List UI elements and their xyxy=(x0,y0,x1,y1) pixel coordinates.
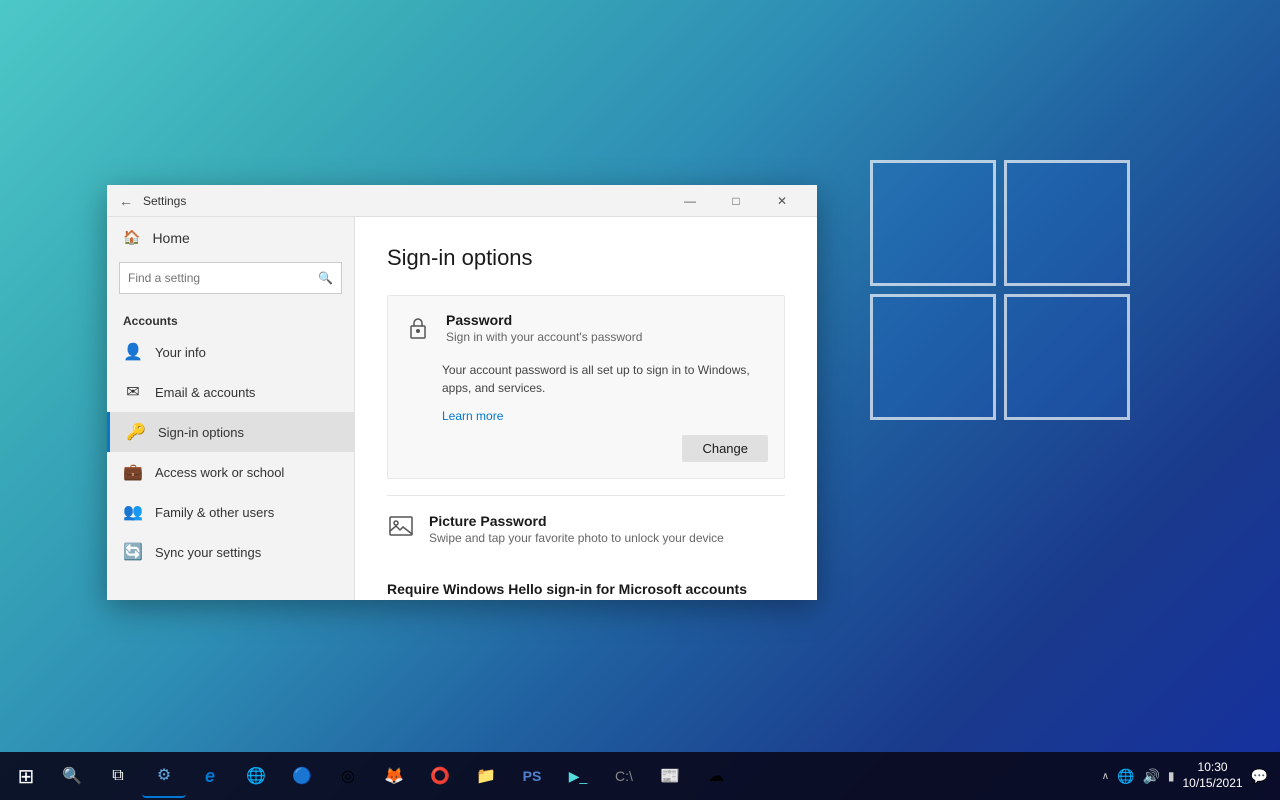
onedrive-taskbar-icon[interactable]: ☁ xyxy=(694,754,738,798)
window-controls: — □ ✕ xyxy=(667,185,805,217)
password-subtitle: Sign in with your account's password xyxy=(446,330,642,344)
family-icon: 👥 xyxy=(123,502,143,522)
opera-taskbar-icon[interactable]: ⭕ xyxy=(418,754,462,798)
start-button[interactable]: ⊞ xyxy=(4,754,48,798)
page-title: Sign-in options xyxy=(387,245,785,271)
back-button[interactable]: ← xyxy=(119,193,133,209)
work-icon: 💼 xyxy=(123,462,143,482)
sidebar-item-access-work[interactable]: 💼 Access work or school xyxy=(107,452,354,492)
sidebar-item-sync[interactable]: 🔄 Sync your settings xyxy=(107,532,354,572)
search-taskbar-button[interactable]: 🔍 xyxy=(50,754,94,798)
powershell-taskbar-icon[interactable]: PS xyxy=(510,754,554,798)
sidebar-item-label-sync: Sync your settings xyxy=(155,545,261,560)
sidebar-item-label-your-info: Your info xyxy=(155,345,206,360)
sign-in-icon: 🔑 xyxy=(126,422,146,442)
password-icon xyxy=(404,314,432,349)
sidebar-item-label-signin: Sign-in options xyxy=(158,425,244,440)
password-body: Your account password is all set up to s… xyxy=(404,361,768,397)
sidebar-item-your-info[interactable]: 👤 Your info xyxy=(107,332,354,372)
sidebar: 🏠 Home 🔍 Accounts 👤 Your info ✉ Email & … xyxy=(107,217,355,600)
task-view-button[interactable]: ⧉ xyxy=(96,754,140,798)
edge-taskbar-icon[interactable]: e xyxy=(188,754,232,798)
close-button[interactable]: ✕ xyxy=(759,185,805,217)
sync-icon: 🔄 xyxy=(123,542,143,562)
ie-taskbar-icon[interactable]: 🔵 xyxy=(280,754,324,798)
chrome-taskbar-icon[interactable]: ◎ xyxy=(326,754,370,798)
system-tray-expand[interactable]: ∧ xyxy=(1102,771,1109,782)
taskbar-clock[interactable]: 10:30 10/15/2021 xyxy=(1183,760,1243,791)
picture-password-subtitle: Swipe and tap your favorite photo to unl… xyxy=(429,531,724,545)
settings-window: ← Settings — □ ✕ 🏠 Home 🔍 Accounts 👤 You… xyxy=(107,185,817,600)
sidebar-home[interactable]: 🏠 Home xyxy=(107,217,354,258)
main-content: Sign-in options Password Sign in with yo… xyxy=(355,217,817,600)
title-bar: ← Settings — □ ✕ xyxy=(107,185,817,217)
picture-password-title: Picture Password xyxy=(429,513,724,529)
sidebar-section-title: Accounts xyxy=(107,306,354,332)
home-icon: 🏠 xyxy=(123,229,140,246)
password-header: Password Sign in with your account's pas… xyxy=(404,312,768,349)
network-icon[interactable]: 🌐 xyxy=(1117,768,1134,785)
news-taskbar-icon[interactable]: 📰 xyxy=(648,754,692,798)
password-card: Password Sign in with your account's pas… xyxy=(387,295,785,479)
cmd-taskbar-icon[interactable]: C:\ xyxy=(602,754,646,798)
window-title: Settings xyxy=(143,194,667,208)
password-title: Password xyxy=(446,312,642,328)
picture-password-row: Picture Password Swipe and tap your favo… xyxy=(387,495,785,561)
window-body: 🏠 Home 🔍 Accounts 👤 Your info ✉ Email & … xyxy=(107,217,817,600)
search-input[interactable] xyxy=(128,271,318,285)
taskbar-right: ∧ 🌐 🔊 ▮ 10:30 10/15/2021 💬 xyxy=(1102,760,1276,791)
change-password-button[interactable]: Change xyxy=(682,435,768,462)
sidebar-item-email-accounts[interactable]: ✉ Email & accounts xyxy=(107,372,354,412)
taskbar: ⊞ 🔍 ⧉ ⚙ e 🌐 🔵 ◎ 🦊 ⭕ 📁 PS ▶_ C:\ 📰 ☁ ∧ 🌐 … xyxy=(0,752,1280,800)
edge2-taskbar-icon[interactable]: 🌐 xyxy=(234,754,278,798)
battery-icon: ▮ xyxy=(1168,769,1175,783)
picture-password-icon xyxy=(387,512,415,547)
sidebar-item-sign-in-options[interactable]: 🔑 Sign-in options xyxy=(107,412,354,452)
volume-icon[interactable]: 🔊 xyxy=(1142,768,1159,785)
learn-more-link[interactable]: Learn more xyxy=(404,409,768,423)
email-icon: ✉ xyxy=(123,382,143,402)
hello-heading: Require Windows Hello sign-in for Micros… xyxy=(387,581,785,597)
explorer-taskbar-icon[interactable]: 📁 xyxy=(464,754,508,798)
maximize-button[interactable]: □ xyxy=(713,185,759,217)
terminal-taskbar-icon[interactable]: ▶_ xyxy=(556,754,600,798)
firefox-taskbar-icon[interactable]: 🦊 xyxy=(372,754,416,798)
settings-taskbar-icon[interactable]: ⚙ xyxy=(142,754,186,798)
sidebar-home-label: Home xyxy=(152,230,189,246)
sidebar-item-label-email: Email & accounts xyxy=(155,385,255,400)
password-actions: Change xyxy=(404,435,768,462)
taskbar-time-display: 10:30 xyxy=(1183,760,1243,776)
sidebar-item-label-work: Access work or school xyxy=(155,465,284,480)
sidebar-item-family[interactable]: 👥 Family & other users xyxy=(107,492,354,532)
sidebar-search-box[interactable]: 🔍 xyxy=(119,262,342,294)
minimize-button[interactable]: — xyxy=(667,185,713,217)
search-icon: 🔍 xyxy=(318,271,333,285)
taskbar-date-display: 10/15/2021 xyxy=(1183,776,1243,792)
sidebar-item-label-family: Family & other users xyxy=(155,505,274,520)
action-center-icon[interactable]: 💬 xyxy=(1251,768,1268,785)
your-info-icon: 👤 xyxy=(123,342,143,362)
windows-logo-decoration xyxy=(870,160,1150,440)
